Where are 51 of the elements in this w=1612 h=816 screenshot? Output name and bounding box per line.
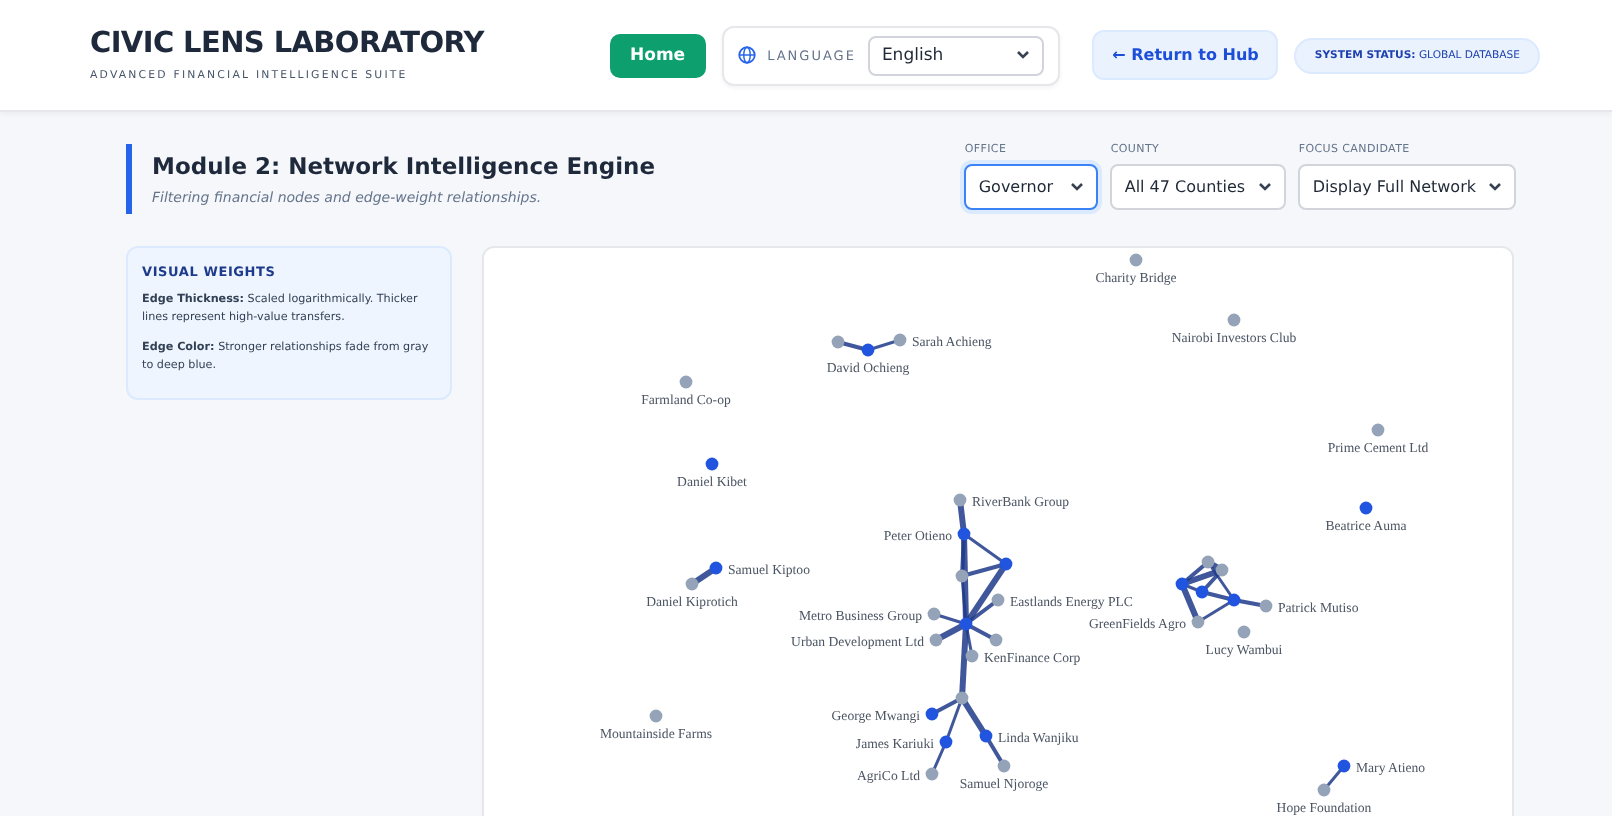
network-node[interactable] [938, 735, 952, 749]
network-node[interactable] [678, 375, 692, 389]
network-node[interactable] [1370, 423, 1384, 437]
network-node[interactable] [1316, 783, 1330, 797]
network-node[interactable] [1174, 577, 1188, 591]
network-node[interactable] [648, 709, 662, 723]
network-node[interactable] [1214, 563, 1228, 577]
network-node[interactable] [956, 527, 970, 541]
network-node[interactable] [1226, 593, 1240, 607]
network-node[interactable] [1236, 625, 1250, 639]
network-node[interactable] [1258, 599, 1272, 613]
filter-select[interactable]: All 47 Counties [1110, 164, 1287, 210]
network-node[interactable] [926, 607, 940, 621]
network-node[interactable] [708, 561, 722, 575]
language-select[interactable]: English [867, 35, 1044, 75]
chevron-icon [1258, 182, 1273, 192]
network-node[interactable] [964, 649, 978, 663]
network-node[interactable] [1194, 585, 1208, 599]
network-node[interactable] [990, 593, 1004, 607]
network-node[interactable] [978, 729, 992, 743]
network-node[interactable] [1336, 759, 1350, 773]
network-node[interactable] [860, 343, 874, 357]
network-node[interactable] [704, 457, 718, 471]
network-node[interactable] [1358, 501, 1372, 515]
network-node[interactable] [996, 759, 1010, 773]
globe-icon [737, 46, 756, 64]
return-button[interactable]: ← Return to Hub [1092, 30, 1279, 80]
network-node[interactable] [892, 333, 906, 347]
edge-line [1321, 764, 1345, 792]
network-node[interactable] [1200, 555, 1214, 569]
network-node[interactable] [958, 617, 972, 631]
network-node[interactable] [924, 707, 938, 721]
network-node[interactable] [952, 493, 966, 507]
chevron-icon [1488, 182, 1502, 192]
network-node[interactable] [830, 335, 844, 349]
network-node[interactable] [954, 691, 968, 705]
network-node[interactable] [1226, 313, 1240, 327]
network-node[interactable] [988, 633, 1002, 647]
network-node[interactable] [954, 569, 968, 583]
network-node[interactable] [684, 577, 698, 591]
module-title: Module 2: Network Intelligence Engine [152, 152, 656, 180]
network-node[interactable] [1128, 253, 1142, 267]
network-node[interactable] [1190, 615, 1204, 629]
network-node[interactable] [998, 557, 1012, 571]
network-node[interactable] [924, 767, 938, 781]
filter-select[interactable]: Governor [964, 164, 1099, 210]
chevron-icon [1015, 50, 1030, 60]
chevron-icon [1070, 182, 1085, 192]
network-node[interactable] [928, 633, 942, 647]
app-title: CIVIC LENS LABORATORY [90, 28, 487, 60]
filter-select[interactable]: Display Full Network [1298, 164, 1516, 210]
